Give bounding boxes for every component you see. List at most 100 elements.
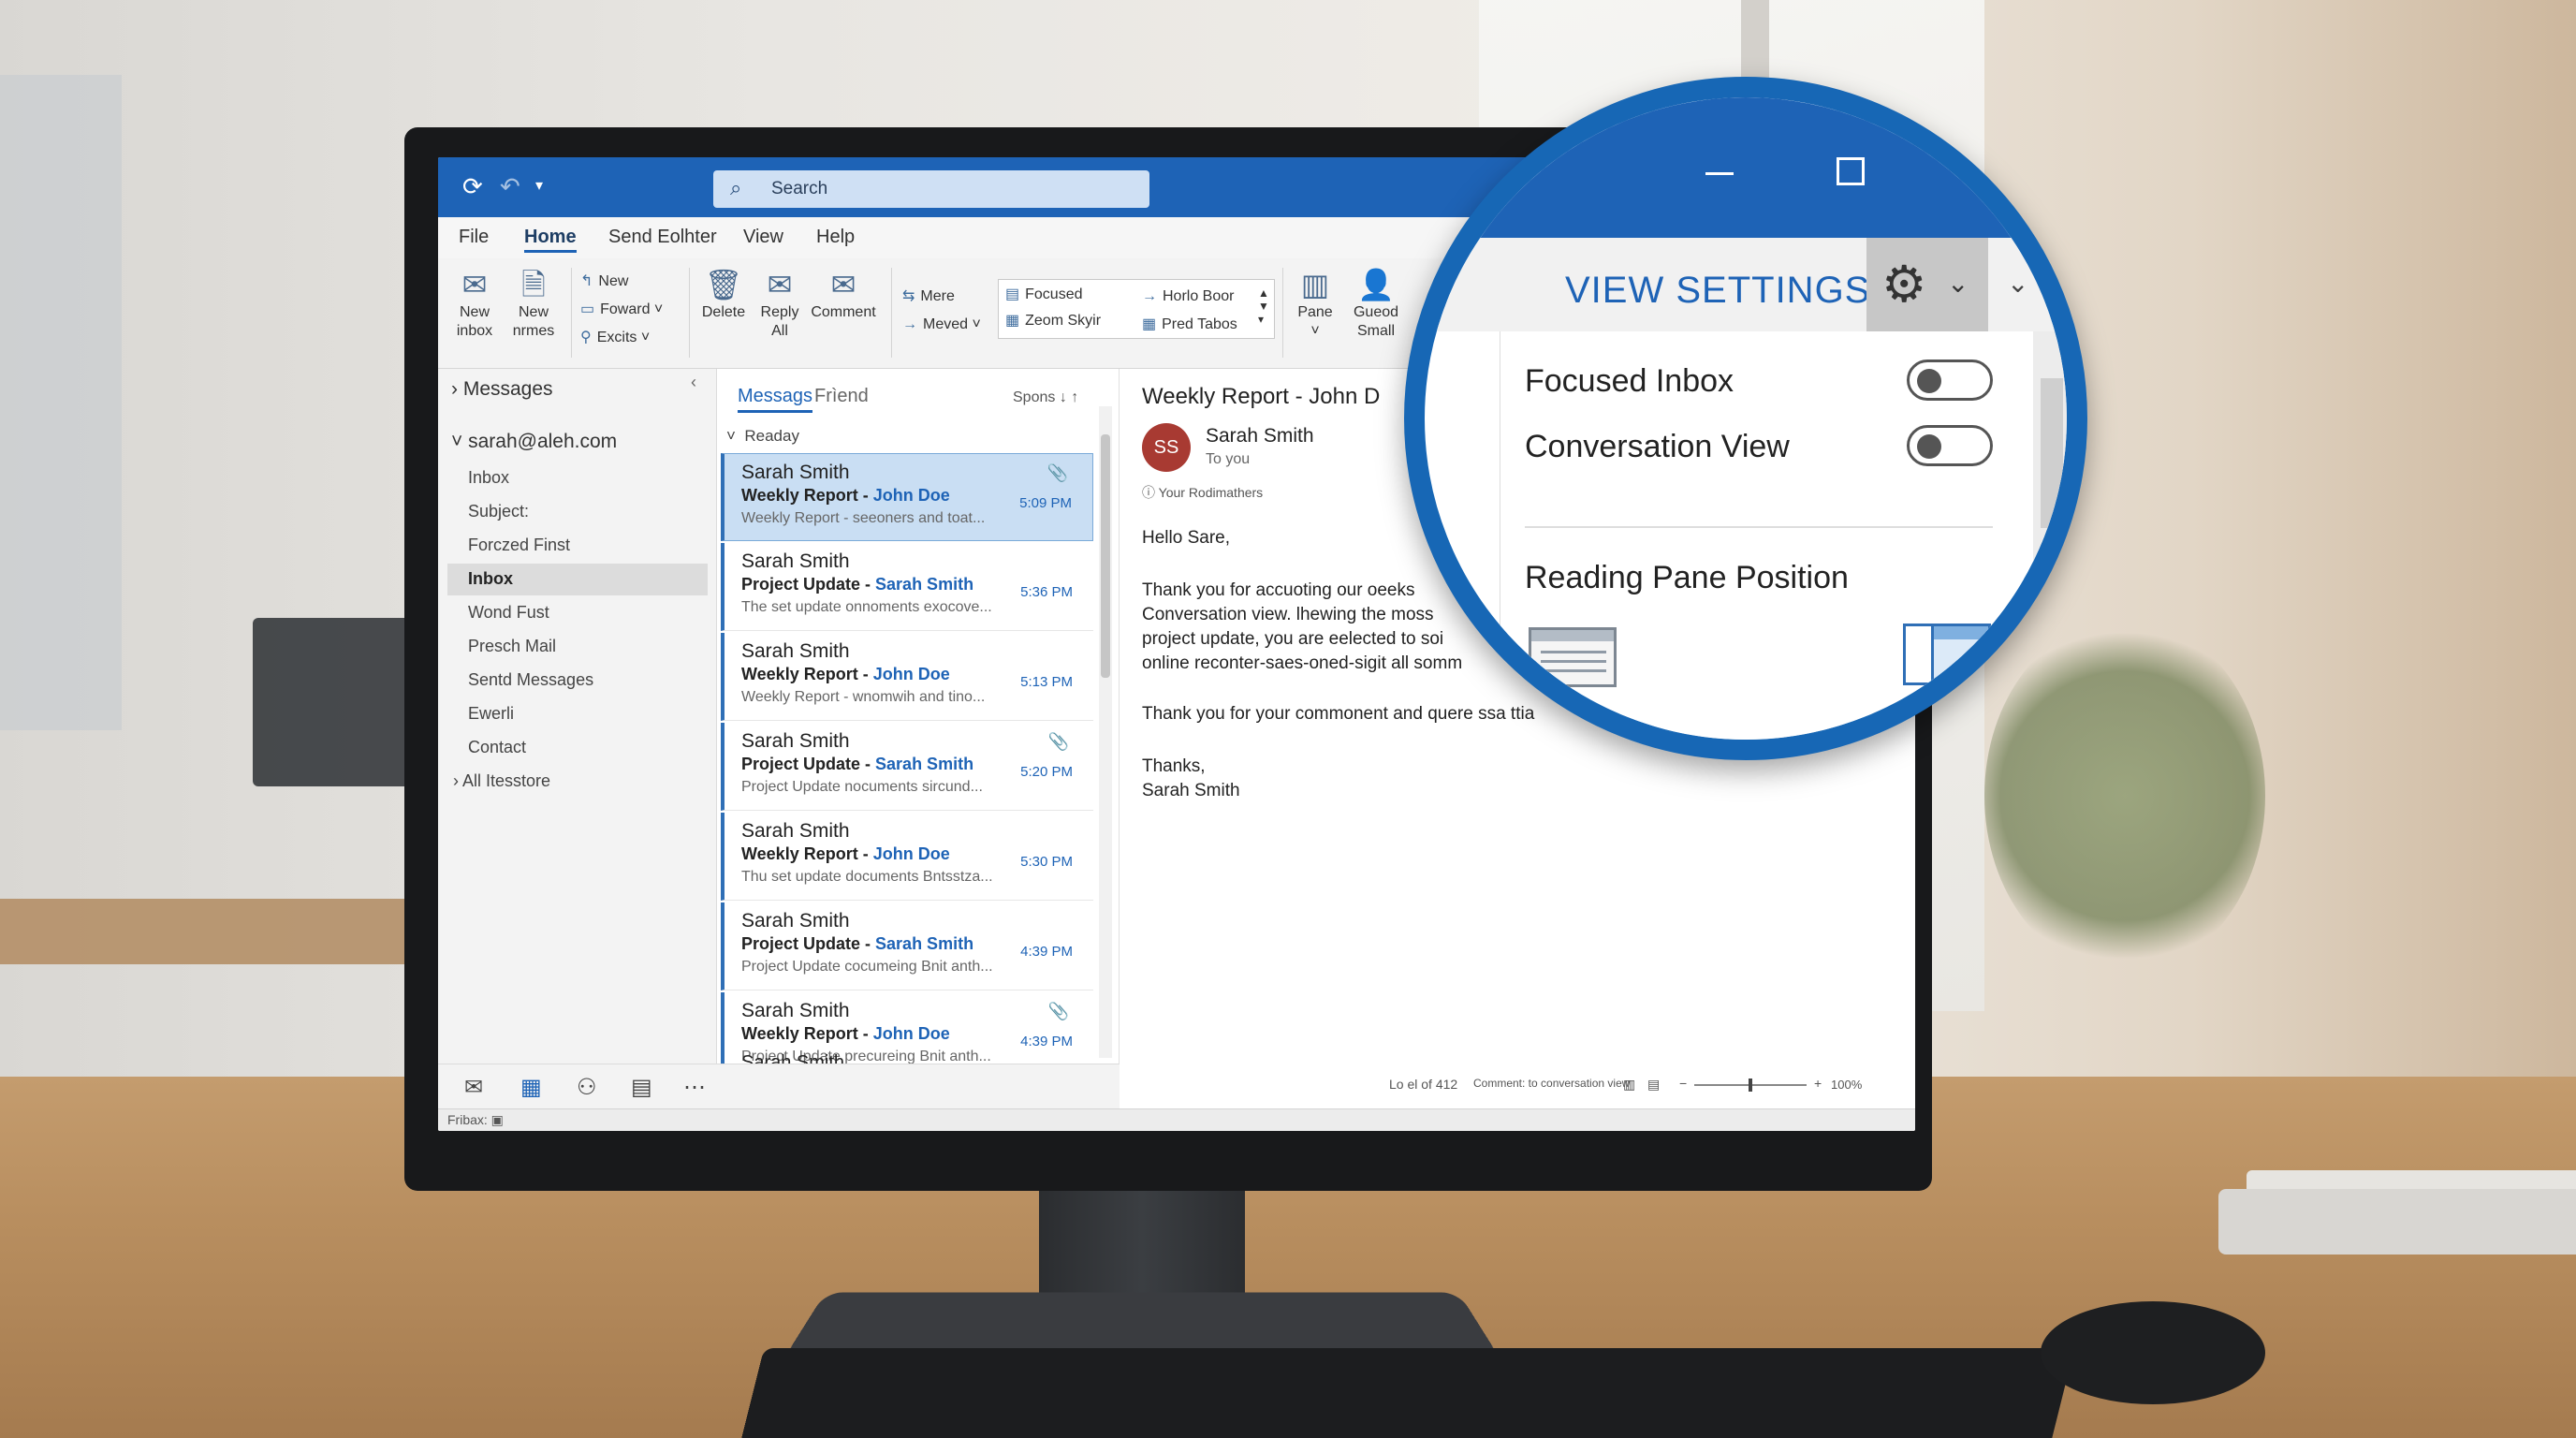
comment-button[interactable]: ✉ Comment xyxy=(809,266,878,322)
calendar-icon[interactable]: ▦ xyxy=(520,1074,542,1101)
new-button[interactable]: ↰ New xyxy=(580,271,628,290)
list-item[interactable]: Sarah Smith Weekly Report - John Doe Wee… xyxy=(721,633,1093,721)
zoom-slider-thumb[interactable] xyxy=(1749,1078,1752,1092)
zoom-in-icon[interactable]: + xyxy=(1814,1076,1822,1091)
view-settings-button[interactable]: ⚙ ⌄ xyxy=(1866,238,1988,331)
scrollbar-thumb[interactable] xyxy=(1101,434,1110,678)
meved-button[interactable]: → Meved ˅ xyxy=(902,316,981,333)
group-header[interactable]: ˅ Readay xyxy=(726,427,799,446)
tasks-icon[interactable]: ▤ xyxy=(631,1074,652,1101)
message-time: 5:30 PM xyxy=(1020,854,1073,870)
mouse xyxy=(2041,1301,2265,1404)
pred-tabos-button[interactable]: ▦ Pred Tabos xyxy=(1142,315,1237,333)
reading-pane-right-option[interactable] xyxy=(1903,624,1991,685)
scrollbar-thumb[interactable] xyxy=(2041,378,2063,528)
quick-access-dropdown-icon[interactable]: ▾ xyxy=(535,170,543,202)
message-time: 5:36 PM xyxy=(1020,584,1073,600)
ribbon-collapse-chevron-icon[interactable]: ⌄ xyxy=(2007,268,2028,299)
reply-all-button[interactable]: ✉ Reply All xyxy=(756,266,803,341)
delete-button[interactable]: 🗑 Delete xyxy=(696,266,751,322)
folder-subject[interactable]: Subject: xyxy=(468,502,529,521)
paperclip-icon: 📎 xyxy=(1047,732,1069,751)
reading-pane-bottom-option[interactable] xyxy=(1529,627,1617,687)
new-items-label-1: New xyxy=(518,304,549,320)
background-panel xyxy=(0,75,122,730)
messages-group[interactable]: › Messages xyxy=(451,378,553,401)
key-icon: ⚲ xyxy=(580,330,592,345)
toggle-knob xyxy=(1917,434,1941,459)
message-subject: Project Update - Sarah Smith xyxy=(741,934,974,953)
search-input[interactable]: ⌕ Search xyxy=(713,170,1149,208)
menu-file[interactable]: File xyxy=(459,227,489,248)
menu-send-receive[interactable]: Send Eolhter xyxy=(608,227,717,248)
folder-focused-first[interactable]: Forczed Finst xyxy=(468,536,570,555)
new-inbox-button[interactable]: ✉ New inbox xyxy=(451,266,498,341)
mail-icon[interactable]: ✉ xyxy=(464,1074,483,1101)
move-icon: → xyxy=(902,316,917,332)
reading-view-icon[interactable]: ▤ xyxy=(1647,1077,1660,1093)
zeom-skyir-button[interactable]: ▦ Zeom Skyir xyxy=(1005,311,1101,330)
folder-ewerli[interactable]: Ewerli xyxy=(468,704,514,724)
focused-icon: ▤ xyxy=(1005,286,1020,302)
message-preview: Project Update cocumeing Bnit anth... xyxy=(741,959,993,975)
subject-who: Sarah Smith xyxy=(875,575,974,594)
gear-icon: ⚙ xyxy=(1881,257,1927,313)
tab-messages[interactable]: Messags xyxy=(738,386,813,413)
sort-button[interactable]: Spons ↓ ↑ xyxy=(1013,389,1078,406)
list-item[interactable]: Sarah Smith Weekly Report - John Doe Wee… xyxy=(721,453,1093,541)
new-items-label-2: nrmes xyxy=(512,323,555,339)
gueod-small-button[interactable]: 👤 Gueod Small xyxy=(1348,266,1404,341)
tab-friend[interactable]: Frìend xyxy=(814,386,869,407)
collapse-icon[interactable]: ‹ xyxy=(691,373,696,392)
focused-inbox-toggle[interactable] xyxy=(1907,360,1993,401)
menu-help[interactable]: Help xyxy=(816,227,855,248)
layout-line xyxy=(1541,669,1606,672)
menu-home[interactable]: Home xyxy=(524,227,577,253)
magnified-title-bar xyxy=(1425,97,2067,238)
folder-contact[interactable]: Contact xyxy=(468,738,526,757)
maximize-icon[interactable] xyxy=(1837,157,1865,185)
forward-button[interactable]: ▭ Foward ˅ xyxy=(580,300,663,318)
message-subject: Weekly Report - John Doe xyxy=(741,665,950,683)
search-placeholder: Search xyxy=(771,179,828,198)
folder-wond-fust[interactable]: Wond Fust xyxy=(468,603,549,623)
zoom-out-icon[interactable]: − xyxy=(1679,1076,1687,1091)
table-icon: ▦ xyxy=(1142,316,1157,332)
subject-text: Project Update xyxy=(741,755,861,773)
new-items-button[interactable]: 🗎 New nrmes xyxy=(505,266,562,341)
list-item[interactable]: Sarah Smith Project Update - Sarah Smith… xyxy=(721,902,1093,990)
message-sender: Sarah Smith xyxy=(741,820,850,842)
list-item[interactable]: Sarah Smith Project Update - Sarah Smith… xyxy=(721,723,1093,811)
mere-button[interactable]: ⇆ Mere xyxy=(902,286,955,305)
folder-sent-messages[interactable]: Sentd Messages xyxy=(468,670,593,690)
excits-button[interactable]: ⚲ Excits ˅ xyxy=(580,328,650,346)
all-restore-group[interactable]: › All Itesstore xyxy=(453,771,550,791)
folder-inbox-selected[interactable]: Inbox xyxy=(468,569,513,589)
minimize-icon[interactable] xyxy=(1705,172,1734,175)
list-item[interactable]: Sarah Smith Weekly Report - John Doe Thu… xyxy=(721,813,1093,901)
new-inbox-label-1: New xyxy=(459,304,490,320)
folder-presch-mail[interactable]: Presch Mail xyxy=(468,637,556,656)
folder-inbox[interactable]: Inbox xyxy=(468,468,509,488)
zeom-icon: ▦ xyxy=(1005,313,1020,329)
people-icon[interactable]: ⚇ xyxy=(577,1074,597,1101)
more-icon[interactable]: ⋯ xyxy=(683,1074,706,1101)
layout-header xyxy=(1934,626,1988,639)
horlo-boor-label: Horlo Boor xyxy=(1163,288,1235,304)
message-list-scrollbar[interactable] xyxy=(1099,406,1112,1058)
focused-button[interactable]: ▤ Focused xyxy=(1005,285,1083,303)
pane-button[interactable]: ▥ Pane ˅ xyxy=(1292,266,1339,341)
email-sender: Sarah Smith xyxy=(1206,425,1314,447)
all-restore-label: All Itesstore xyxy=(462,771,551,790)
account-group[interactable]: ˅ sarah@aleh.com xyxy=(451,431,617,453)
new-label: New xyxy=(598,273,629,289)
horlo-boor-button[interactable]: → Horlo Boor xyxy=(1142,288,1234,305)
menu-view[interactable]: View xyxy=(743,227,783,248)
magnified-scrollbar[interactable] xyxy=(2033,331,2067,706)
undo-icon[interactable]: ↶ xyxy=(500,170,520,202)
message-sender: Sarah Smith xyxy=(741,910,850,932)
list-item[interactable]: Sarah Smith Project Update - Sarah Smith… xyxy=(721,543,1093,631)
sync-icon[interactable]: ⟳ xyxy=(462,170,483,202)
gallery-scroll[interactable]: ▲ ▼ ▾ xyxy=(1258,286,1269,326)
conversation-view-toggle[interactable] xyxy=(1907,425,1993,466)
